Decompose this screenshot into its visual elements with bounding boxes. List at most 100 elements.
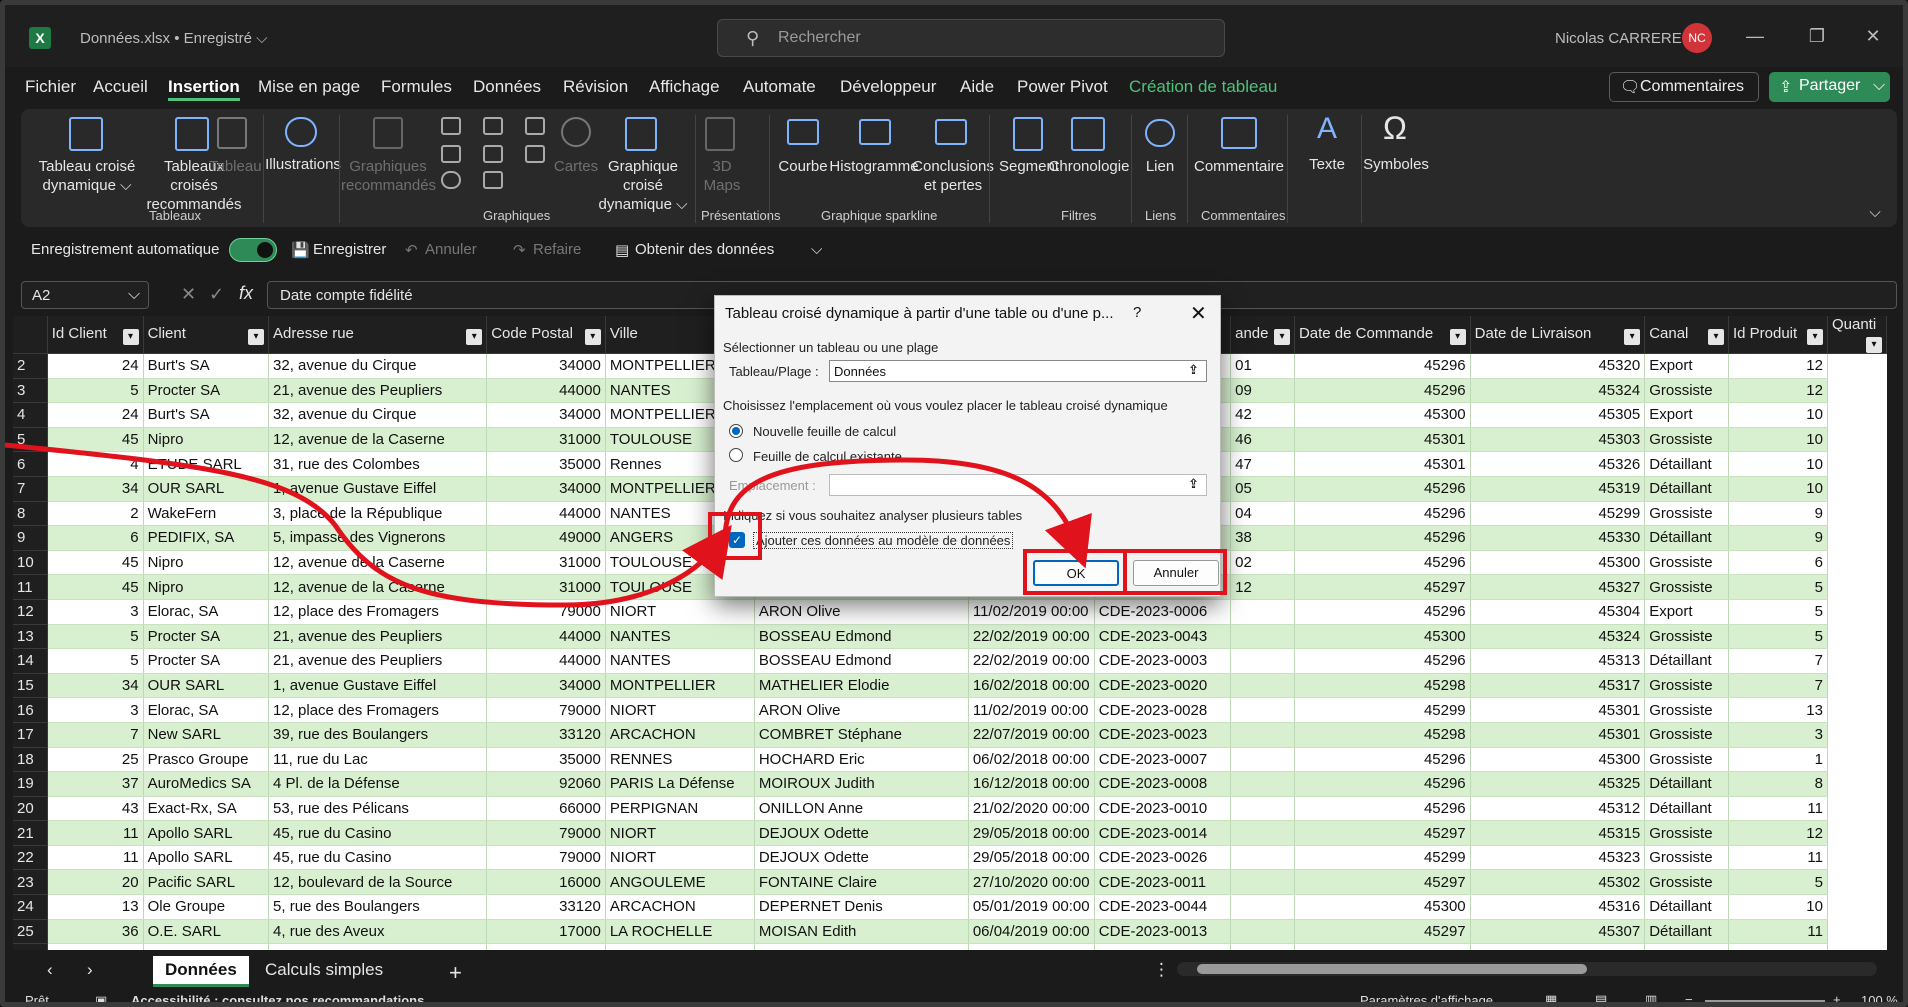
- table-cell[interactable]: CDE-2023-0003: [1094, 648, 1232, 674]
- table-cell[interactable]: 45296: [1294, 525, 1471, 551]
- table-cell[interactable]: 45320: [1470, 353, 1646, 379]
- table-cell[interactable]: 9: [1728, 501, 1828, 527]
- sheet-tab-donnees[interactable]: Données: [153, 956, 249, 987]
- table-cell[interactable]: 45296: [1294, 599, 1471, 625]
- table-cell[interactable]: Détaillant: [1644, 894, 1729, 920]
- table-cell[interactable]: 45299: [1294, 697, 1471, 723]
- filter-dropdown-icon[interactable]: ▾: [466, 328, 483, 345]
- table-cell[interactable]: 45296: [1294, 747, 1471, 773]
- table-cell[interactable]: CDE-2023-0020: [1094, 673, 1232, 699]
- table-cell[interactable]: PARIS La Défense: [605, 771, 755, 797]
- table-cell[interactable]: 44000: [486, 501, 606, 527]
- table-cell[interactable]: 24: [47, 402, 144, 428]
- table-cell[interactable]: [1230, 747, 1295, 773]
- table-cell[interactable]: 45298: [1294, 673, 1471, 699]
- new-comment-button[interactable]: Commentaire: [1189, 157, 1289, 176]
- table-cell[interactable]: 42: [1230, 402, 1295, 428]
- table-cell[interactable]: Détaillant: [1644, 525, 1729, 551]
- table-cell[interactable]: Nipro: [143, 550, 270, 576]
- table-cell[interactable]: [1230, 845, 1295, 871]
- table-cell[interactable]: 45300: [1470, 550, 1646, 576]
- row-header[interactable]: 14: [13, 648, 48, 674]
- table-cell[interactable]: 9: [1728, 525, 1828, 551]
- table-cell[interactable]: 7: [1728, 673, 1828, 699]
- autosave-toggle[interactable]: [229, 238, 277, 262]
- table-cell[interactable]: Détaillant: [1644, 451, 1729, 477]
- table-cell[interactable]: 17000: [486, 919, 606, 945]
- table-cell[interactable]: Détaillant: [1644, 919, 1729, 945]
- table-cell[interactable]: 34000: [486, 476, 606, 502]
- table-cell[interactable]: CDE-2023-0026: [1094, 845, 1232, 871]
- table-cell[interactable]: Grossiste: [1644, 550, 1729, 576]
- table-cell[interactable]: 10: [1728, 427, 1828, 453]
- table-cell[interactable]: 49000: [486, 525, 606, 551]
- scroll-thumb[interactable]: [1197, 964, 1587, 974]
- table-cell[interactable]: 45296: [1294, 796, 1471, 822]
- table-cell[interactable]: Grossiste: [1644, 697, 1729, 723]
- table-cell[interactable]: 45, rue du Casino: [268, 845, 488, 871]
- table-cell[interactable]: 37: [47, 771, 144, 797]
- pivot-table-button[interactable]: Tableau croisé dynamique ⌵: [27, 157, 147, 195]
- radio-new-sheet[interactable]: [729, 424, 743, 438]
- table-cell[interactable]: 79000: [486, 697, 606, 723]
- table-cell[interactable]: 45316: [1470, 894, 1646, 920]
- table-cell[interactable]: 20: [47, 869, 144, 896]
- comments-button[interactable]: 🗨 Commentaires: [1609, 72, 1759, 102]
- table-cell[interactable]: ANGOULEME: [605, 869, 755, 896]
- table-cell[interactable]: Elorac, SA: [143, 599, 270, 625]
- table-button[interactable]: Tableau: [209, 157, 262, 176]
- table-cell[interactable]: NIORT: [605, 697, 755, 723]
- row-header[interactable]: 8: [13, 501, 48, 527]
- row-header[interactable]: 21: [13, 820, 48, 846]
- collapse-ribbon-icon[interactable]: ⌵: [1865, 203, 1885, 222]
- table-cell[interactable]: Grossiste: [1644, 845, 1729, 871]
- table-cell[interactable]: 79000: [486, 599, 606, 625]
- row-header[interactable]: 5: [13, 427, 48, 453]
- table-cell[interactable]: 45297: [1294, 574, 1471, 600]
- table-cell[interactable]: New SARL: [143, 722, 270, 748]
- user-name[interactable]: Nicolas CARRERE: [1555, 30, 1682, 47]
- table-cell[interactable]: 5: [47, 624, 144, 650]
- tab-fichier[interactable]: Fichier: [25, 77, 76, 97]
- horizontal-scrollbar[interactable]: [1177, 962, 1877, 976]
- table-cell[interactable]: PEDIFIX, SA: [143, 525, 270, 551]
- column-header[interactable]: Code Postal ▾: [486, 316, 606, 354]
- table-cell[interactable]: 53, rue des Pélicans: [268, 796, 488, 822]
- table-cell[interactable]: 11, rue du Lac: [268, 747, 488, 773]
- row-header[interactable]: 10: [13, 550, 48, 576]
- document-title[interactable]: Données.xlsx • Enregistré ⌵: [80, 30, 268, 47]
- table-cell[interactable]: 79000: [486, 845, 606, 871]
- table-cell[interactable]: 45300: [1294, 402, 1471, 428]
- table-cell[interactable]: 13: [1728, 697, 1828, 723]
- pie-chart-icon[interactable]: [441, 171, 461, 189]
- table-cell[interactable]: 16000: [486, 869, 606, 896]
- table-cell[interactable]: 05/01/2019 00:00: [968, 894, 1095, 920]
- table-cell[interactable]: CDE-2023-0028: [1094, 697, 1232, 723]
- row-header[interactable]: 24: [13, 894, 48, 920]
- next-sheet-icon[interactable]: ›: [75, 956, 105, 984]
- more-options-icon[interactable]: ⋮: [1141, 956, 1182, 984]
- 3d-maps-button[interactable]: 3D Maps: [697, 157, 747, 195]
- table-cell[interactable]: 10: [1728, 402, 1828, 428]
- table-cell[interactable]: OUR SARL: [143, 476, 270, 502]
- table-cell[interactable]: Procter SA: [143, 378, 270, 404]
- radio-existing-sheet-label[interactable]: Feuille de calcul existante: [753, 449, 902, 464]
- table-cell[interactable]: 33120: [486, 722, 606, 748]
- table-cell[interactable]: 3: [47, 599, 144, 625]
- table-cell[interactable]: Apollo SARL: [143, 845, 270, 871]
- table-cell[interactable]: 45300: [1470, 747, 1646, 773]
- vertical-scrollbar[interactable]: [1887, 316, 1901, 950]
- table-cell[interactable]: 4: [47, 451, 144, 477]
- radio-new-sheet-label[interactable]: Nouvelle feuille de calcul: [753, 424, 896, 439]
- save-button[interactable]: Enregistrer: [313, 241, 386, 258]
- row-header[interactable]: 4: [13, 402, 48, 428]
- table-cell[interactable]: 45301: [1294, 451, 1471, 477]
- table-cell[interactable]: Détaillant: [1644, 771, 1729, 797]
- collapse-dialog-icon[interactable]: ⇪: [1188, 362, 1199, 378]
- corner-cell[interactable]: [13, 316, 48, 354]
- restore-icon[interactable]: ❐: [1795, 21, 1839, 51]
- table-cell[interactable]: 5: [1728, 624, 1828, 650]
- waterfall-chart-icon[interactable]: [525, 117, 545, 135]
- table-cell[interactable]: 45312: [1470, 796, 1646, 822]
- table-cell[interactable]: 46: [1230, 427, 1295, 453]
